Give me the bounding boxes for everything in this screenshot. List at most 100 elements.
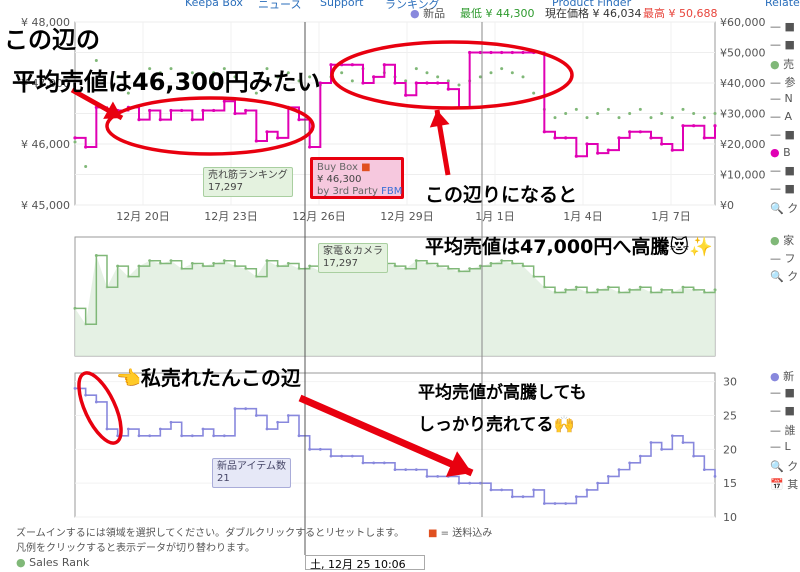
price-x-tick-label: 1月 4日 [563,210,603,223]
footer-shipping: ■ = 送料込み [428,524,492,539]
price-right-tick-label: ¥20,000 [720,138,766,151]
footer-legend-hint: 凡例をクリックすると表示データが切り替わります。 [16,543,255,554]
offers-tooltip: 新品アイテム数 21 [212,458,291,488]
offers-tooltip-value: 21 [217,473,230,484]
rank-overlay-point [649,116,653,120]
sales-rank-tooltip: 売れ筋ランキング 17,297 [203,167,293,197]
rank-overlay-point [617,116,621,120]
price-x-tick-label: 12月 26日 [292,210,346,223]
rank-overlay-point [436,75,440,79]
annotation-sold-here: 👈私売れたんこの辺 [116,362,301,391]
highlight-ellipse-left [105,96,315,156]
price-x-tick-label: 12月 23日 [204,210,258,223]
search-icon[interactable]: 🔍 [770,202,784,215]
offers-tick-label: 20 [723,443,737,456]
rank-overlay-point [681,107,685,111]
footer-sales-rank[interactable]: ● Sales Rank [16,556,89,569]
rank-overlay-point [628,112,632,115]
buybox-by: by 3rd Party [317,186,378,197]
price-right-tick-label: ¥60,000 [720,16,766,29]
price-right-tick-label: ¥10,000 [720,169,766,182]
rank-overlay-point [489,71,493,75]
highlight-ellipse-right [330,40,574,110]
raised-hands-icon: 🙌 [553,415,575,435]
rank-area-fill [75,255,715,356]
shipping-note: = 送料込み [440,528,493,539]
annotation-avg-46300: 平均売値は46,300円みたい [12,68,321,96]
price-right-tick-label: ¥30,000 [720,108,766,121]
rank-overlay-point [553,116,557,120]
truck-icon-footer: ■ [428,528,438,539]
price-x-tick-label: 12月 29日 [380,210,434,223]
rank-overlay-point [478,75,482,79]
rank-tooltip-label: 売れ筋ランキング [208,170,288,181]
rank-overlay-point [596,112,600,115]
rank-overlay-point [84,164,88,168]
rank-overlay-point [350,79,354,83]
rank-overlay-point [414,67,418,71]
legend-strip-3[interactable]: ● 新 — ■ — ■ — 誰 — L 🔍 ク 📅 其 [770,368,800,494]
offers-tick-label: 10 [723,511,737,524]
rank-overlay-point [660,112,664,115]
rank-overlay-point [425,71,429,75]
rank-tooltip-value: 17,297 [208,182,243,193]
search-icon-3[interactable]: 🔍 [770,460,784,473]
footer-zoom-hint: ズームインするには領域を選択してください。ダブルクリックするとリセットします。 [16,528,405,539]
rank-overlay-point [532,91,536,95]
price-right-tick-label: ¥50,000 [720,47,766,60]
truck-icon: ■ [361,162,371,173]
buybox-tooltip: Buy Box ■ ¥ 46,300 by 3rd Party FBM [310,157,404,199]
annotation-this-area: この辺の [4,26,100,54]
category-tooltip: 家電＆カメラ 17,297 [318,243,388,273]
category-tooltip-value: 17,297 [323,258,358,269]
price-right-tick-label: ¥0 [720,199,734,212]
category-tooltip-label: 家電＆カメラ [323,246,383,257]
rank-overlay-point [638,107,642,111]
rank-overlay-point [510,71,514,75]
offers-tick-label: 30 [723,376,737,389]
rank-overlay-point [457,83,461,87]
pointing-hand-icon: 👈 [116,366,141,390]
price-left-tick-label: ¥ 46,000 [21,138,70,151]
rank-overlay-point [670,116,674,120]
annotation-even-if-rise: 平均売値が高騰しても [418,383,587,403]
price-x-tick-label: 1月 7日 [651,210,691,223]
rank-overlay-point [564,112,568,115]
offers-tooltip-label: 新品アイテム数 [217,461,286,472]
price-right-tick-label: ¥40,000 [720,77,766,90]
keepa-chart-stage: Keepa Box ニュース Support ランキング Product Fin… [0,0,800,571]
buybox-value: ¥ 46,300 [317,174,362,185]
rank-overlay-point [73,140,77,144]
offers-tick-label: 15 [723,477,737,490]
price-x-tick-label: 12月 20日 [116,210,170,223]
rank-overlay-point [404,79,408,83]
rank-overlay-point [500,67,504,71]
price-left-tick-label: ¥ 45,000 [21,199,70,212]
rank-overlay-point [574,107,578,111]
cursor-date-label: 土, 12月 25 10:06 [305,555,425,571]
rank-overlay-point [713,112,717,115]
search-icon-2[interactable]: 🔍 [770,270,784,283]
offers-line [75,387,716,505]
price-x-tick-label: 1月 1日 [475,210,515,223]
cat-sparkle-emoji-icon: 😻✨ [669,236,713,258]
buybox-label: Buy Box [317,162,358,173]
legend-strip[interactable]: — ■ — ■ ● 売 — 参 — N — A — ■ ● B — ■ — ■ … [770,20,800,218]
sales-rank-label: Sales Rank [29,556,90,569]
annotation-sold-here-text: 私売れたんこの辺 [140,366,301,390]
offers-tick-label: 25 [723,409,737,422]
legend-strip-2[interactable]: ● 家 — フ 🔍 ク [770,232,800,286]
rank-overlay-point [446,79,450,83]
offers-panel-frame [74,372,716,518]
annotation-around-here: この辺りになると [425,184,578,206]
rank-overlay-point [692,112,696,115]
calendar-icon[interactable]: 📅 [770,478,784,491]
rank-overlay-point [702,116,706,120]
rank-overlay-point [521,75,525,79]
annotation-selling-well: しっかり売れてる🙌 [418,410,575,435]
buybox-fbm: FBM [381,186,403,197]
annotation-selling-well-text: しっかり売れてる [418,415,554,435]
rank-overlay-point [340,71,344,75]
rank-overlay-point [606,107,610,111]
sales-rank-dot-icon: ● [16,556,26,569]
